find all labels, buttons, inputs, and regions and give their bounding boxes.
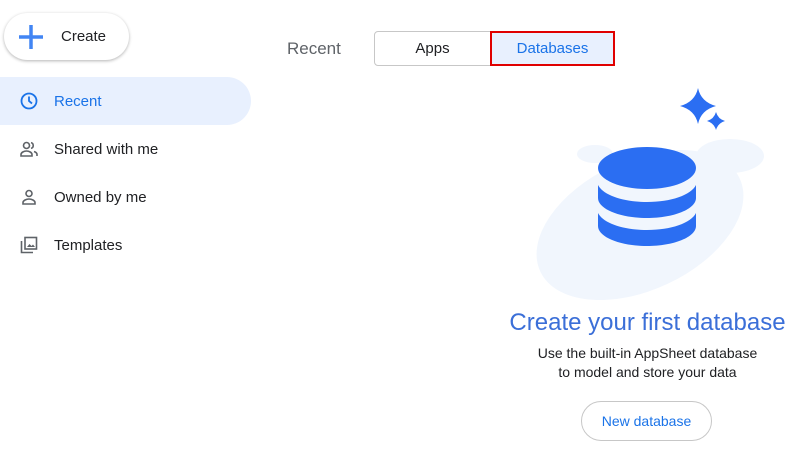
- background-blob: [696, 139, 764, 173]
- plus-icon: [19, 24, 43, 49]
- description-line: Use the built-in AppSheet database: [537, 345, 758, 361]
- empty-state-description: Use the built-in AppSheet database to mo…: [490, 344, 793, 382]
- empty-state-title: Create your first database: [509, 309, 786, 336]
- sidebar-item-templates[interactable]: Templates: [0, 221, 251, 269]
- clock-icon: [20, 92, 38, 110]
- people-icon: [20, 141, 38, 157]
- tab-apps[interactable]: Apps: [374, 31, 491, 66]
- sidebar-item-label: Templates: [54, 236, 123, 254]
- recent-heading: Recent: [287, 39, 341, 58]
- person-icon: [22, 189, 36, 205]
- sidebar-item-label: Recent: [54, 92, 102, 110]
- sidebar-item-label: Shared with me: [54, 140, 159, 158]
- sidebar-item-owned[interactable]: Owned by me: [0, 173, 251, 221]
- sparkle-icon: [707, 112, 725, 130]
- create-label: Create: [61, 28, 107, 45]
- new-database-button[interactable]: New database: [581, 401, 712, 441]
- sidebar-item-label: Owned by me: [54, 188, 147, 206]
- tab-databases[interactable]: Databases: [490, 31, 615, 66]
- sparkle-icon: [680, 88, 716, 124]
- templates-icon: [20, 236, 38, 254]
- create-button[interactable]: Create: [4, 13, 129, 60]
- description-line: to model and store your data: [558, 364, 737, 380]
- sidebar-item-shared[interactable]: Shared with me: [0, 125, 251, 173]
- database-illustration: [536, 88, 764, 300]
- sidebar-item-recent[interactable]: Recent: [0, 77, 251, 125]
